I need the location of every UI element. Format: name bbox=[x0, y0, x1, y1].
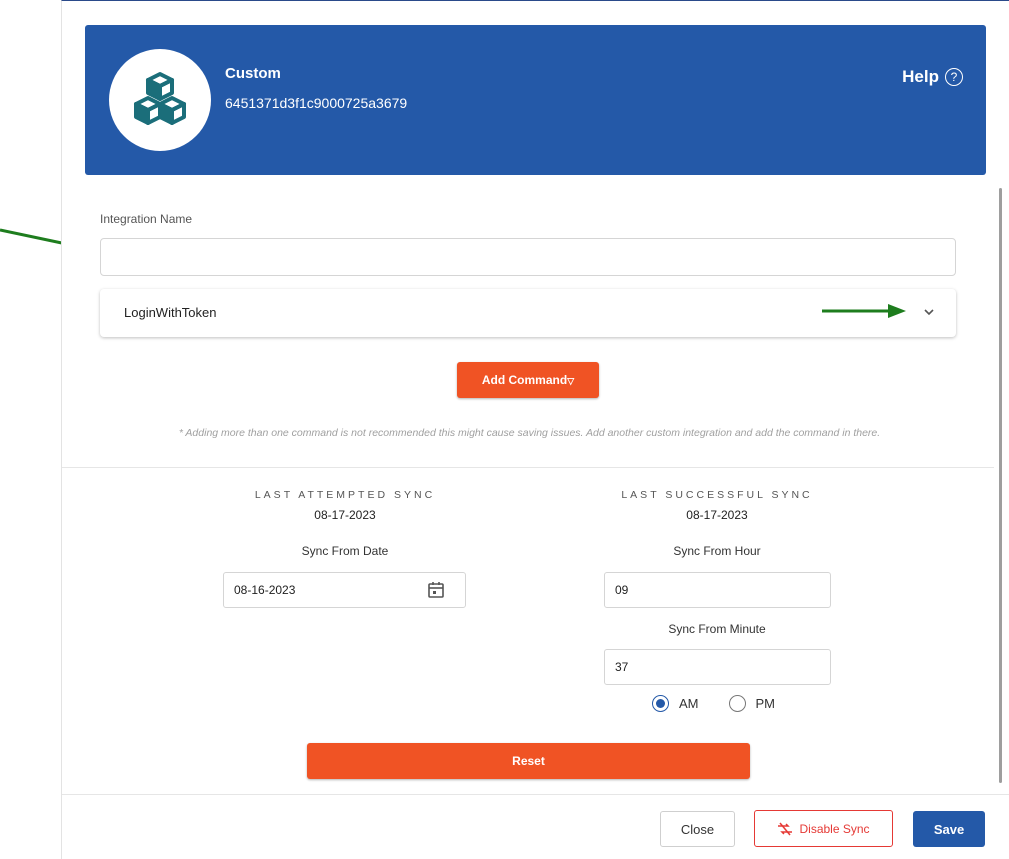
last-successful-sync-label: LAST SUCCESSFUL SYNC bbox=[621, 489, 813, 501]
sync-from-hour-value: 09 bbox=[615, 583, 629, 597]
command-name: LoginWithToken bbox=[124, 305, 217, 320]
close-button[interactable]: Close bbox=[660, 811, 735, 847]
add-command-label: Add Command bbox=[481, 373, 568, 387]
disable-sync-button[interactable]: Disable Sync bbox=[754, 810, 893, 847]
am-label: AM bbox=[679, 696, 699, 711]
last-successful-sync-value: 08-17-2023 bbox=[686, 508, 748, 522]
integration-type-title: Custom bbox=[225, 65, 281, 82]
integration-name-label: Integration Name bbox=[100, 212, 193, 226]
calendar-icon[interactable] bbox=[427, 581, 445, 599]
footer-divider bbox=[62, 794, 1009, 795]
sync-from-date-input[interactable]: 08-16-2023 bbox=[223, 572, 466, 608]
integration-name-input[interactable] bbox=[100, 238, 956, 276]
sync-from-minute-input[interactable]: 37 bbox=[604, 649, 831, 685]
question-circle-icon: ? bbox=[945, 68, 963, 86]
integration-id: 6451371d3f1c9000725a3679 bbox=[225, 95, 408, 111]
disable-sync-label: Disable Sync bbox=[799, 821, 870, 836]
pm-label: PM bbox=[755, 696, 776, 711]
pm-radio[interactable] bbox=[728, 695, 746, 712]
sync-from-date-value: 08-16-2023 bbox=[234, 583, 296, 597]
command-accordion[interactable]: LoginWithToken bbox=[100, 289, 956, 337]
caret-down-icon: ▽ bbox=[567, 376, 575, 386]
am-pm-radio-group: AM PM bbox=[652, 695, 775, 712]
reset-button[interactable]: Reset bbox=[307, 743, 750, 779]
sync-from-minute-value: 37 bbox=[615, 660, 629, 674]
last-attempted-sync-label: LAST ATTEMPTED SYNC bbox=[254, 489, 436, 501]
help-label: Help bbox=[902, 67, 939, 86]
help-link[interactable]: Help ? bbox=[902, 67, 963, 87]
sync-from-hour-input[interactable]: 09 bbox=[604, 572, 831, 608]
am-radio[interactable] bbox=[652, 695, 669, 712]
sync-from-hour-label: Sync From Hour bbox=[673, 544, 761, 558]
save-button[interactable]: Save bbox=[913, 811, 985, 847]
annotation-arrow-icon bbox=[822, 304, 906, 318]
integration-avatar bbox=[109, 49, 211, 151]
divider bbox=[62, 467, 994, 468]
cubes-icon bbox=[134, 72, 186, 125]
command-warning-note: * Adding more than one command is not re… bbox=[178, 427, 881, 439]
integration-modal: Custom 6451371d3f1c9000725a3679 Help ? I… bbox=[61, 0, 1009, 859]
integration-header: Custom 6451371d3f1c9000725a3679 Help ? bbox=[85, 25, 986, 175]
last-attempted-sync-value: 08-17-2023 bbox=[314, 508, 376, 522]
scrollbar[interactable] bbox=[999, 188, 1002, 783]
sync-from-minute-label: Sync From Minute bbox=[668, 622, 766, 636]
chevron-down-icon[interactable] bbox=[922, 305, 936, 319]
sync-disabled-icon bbox=[778, 822, 793, 835]
add-command-button[interactable]: Add Command▽ bbox=[457, 362, 599, 398]
sync-from-date-label: Sync From Date bbox=[301, 544, 389, 558]
